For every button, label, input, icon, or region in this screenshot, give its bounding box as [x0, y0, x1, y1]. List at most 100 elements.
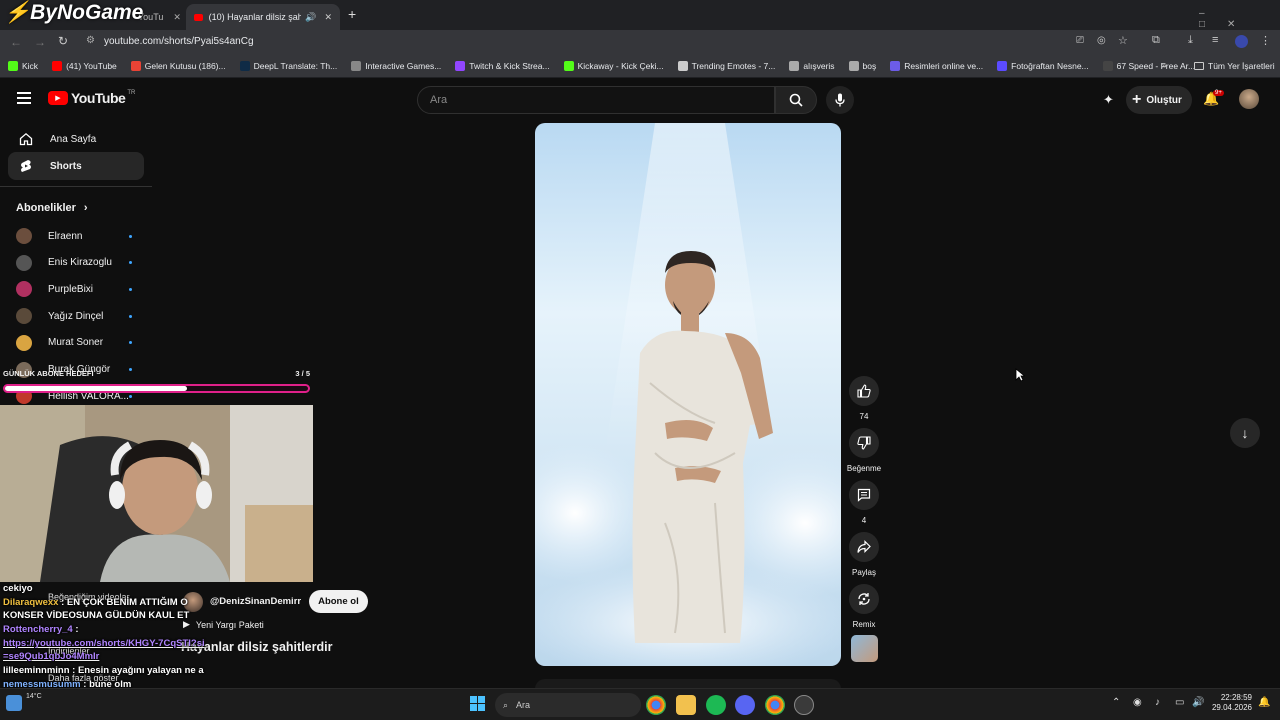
- bookmark-item[interactable]: Gelen Kutusu (186)...: [130, 60, 226, 71]
- menu-icon[interactable]: ⋮: [1260, 34, 1271, 47]
- sidebar-item-home[interactable]: Ana Sayfa: [8, 125, 144, 153]
- weather-widget[interactable]: 14°C: [6, 693, 42, 711]
- next-short-button[interactable]: ↓: [1230, 418, 1260, 448]
- search-input[interactable]: Ara: [417, 86, 775, 114]
- spotify-icon[interactable]: [706, 695, 726, 715]
- obs-icon[interactable]: [794, 695, 814, 715]
- remix-button[interactable]: Remix: [849, 584, 879, 629]
- bookmark-star-icon[interactable]: ☆: [1118, 34, 1128, 47]
- bookmark-item[interactable]: Resimleri online ve...: [890, 60, 983, 71]
- bookmark-item[interactable]: alışveris: [789, 60, 835, 71]
- subscription-item[interactable]: Murat Soner: [16, 334, 136, 351]
- url-field[interactable]: youtube.com/shorts/Pyai5s4anCg: [104, 36, 254, 47]
- chat-username: lilleeminnminn: [3, 665, 70, 677]
- cast-icon[interactable]: ⎚: [1076, 35, 1084, 46]
- taskbar-search[interactable]: ⌕ Ara: [495, 693, 641, 717]
- sidebar-item-shorts[interactable]: Shorts: [8, 152, 144, 180]
- bookmark-item[interactable]: (41) YouTube: [52, 60, 117, 71]
- account-avatar[interactable]: [1239, 89, 1259, 109]
- bookmark-label: Kick: [22, 60, 39, 71]
- search-button[interactable]: [775, 86, 817, 114]
- watermark-text: ByNoGame: [30, 1, 144, 24]
- bookmark-label: Trending Emotes - 7...: [691, 60, 776, 71]
- chat-username: Dilaraqwexx: [3, 597, 59, 609]
- new-content-dot: [129, 287, 132, 291]
- bookmark-item[interactable]: Twitch & Kick Strea...: [455, 60, 550, 71]
- new-tab-icon[interactable]: +: [348, 6, 356, 22]
- bookmark-item[interactable]: Kick: [8, 60, 39, 71]
- start-button-icon[interactable]: [470, 696, 485, 711]
- voice-search-button[interactable]: [826, 86, 854, 114]
- search-placeholder: Ara: [430, 94, 448, 106]
- bookmark-item[interactable]: 67 Speed - Free Ar...: [1102, 60, 1195, 71]
- subscription-item[interactable]: Enis Kirazoglu: [16, 254, 136, 271]
- network-icon[interactable]: ▭: [1175, 697, 1184, 708]
- bookmark-label: boş: [862, 60, 877, 71]
- remix-label: Remix: [852, 620, 876, 629]
- shorts-icon: [18, 158, 34, 174]
- youtube-logo[interactable]: ▶ YouTube TR: [48, 90, 135, 106]
- share-button[interactable]: Paylaş: [849, 532, 879, 577]
- create-button[interactable]: + Oluştur: [1126, 86, 1192, 114]
- file-explorer-icon[interactable]: [676, 695, 696, 715]
- tray-chevron-icon[interactable]: ⌃: [1112, 697, 1120, 708]
- bookmark-item[interactable]: Interactive Games...: [351, 60, 441, 71]
- minimize-icon[interactable]: –: [1199, 8, 1227, 19]
- volume-icon[interactable]: 🔊: [1192, 697, 1204, 708]
- chrome-alt-icon[interactable]: [765, 695, 785, 715]
- clock[interactable]: 22:28:59 29.04.2026: [1208, 693, 1252, 714]
- steam-icon[interactable]: ◉: [1133, 697, 1142, 708]
- shorts-video-player[interactable]: [535, 123, 841, 666]
- bookmark-item[interactable]: Fotoğraftan Nesne...: [997, 60, 1089, 71]
- chrome-icon[interactable]: [646, 695, 666, 715]
- clock-time: 22:28:59: [1220, 693, 1252, 702]
- like-button[interactable]: 74: [849, 376, 879, 421]
- share-label: Paylaş: [851, 568, 876, 577]
- download-icon[interactable]: ⤓: [1188, 34, 1193, 47]
- microphone-tray-icon[interactable]: ♪: [1155, 697, 1160, 708]
- site-info-icon[interactable]: ⚙: [86, 35, 95, 46]
- bookmark-item[interactable]: DeepL Translate: Th...: [239, 60, 338, 71]
- window-close-icon[interactable]: ✕: [1227, 19, 1257, 30]
- forward-icon[interactable]: →: [34, 35, 46, 49]
- reading-list-icon[interactable]: ≡: [1212, 34, 1218, 46]
- browser-tab-bar: YouTu ✕ (10) Hayanlar dilsiz şahitler 🔊 …: [0, 0, 1280, 30]
- discord-icon[interactable]: [735, 695, 755, 715]
- channel-avatar: [16, 308, 32, 325]
- channel-avatar: [16, 228, 32, 244]
- maximize-icon[interactable]: □: [1199, 19, 1227, 30]
- chat-message: Dilaraqwexx : EN ÇOK BENİM ATTIĞIM O KON…: [0, 597, 215, 622]
- youtube-wordmark: YouTube: [71, 90, 126, 106]
- region-code: TR: [127, 90, 136, 96]
- more-bookmarks-icon[interactable]: »: [1162, 60, 1167, 70]
- bookmark-item[interactable]: Trending Emotes - 7...: [677, 60, 776, 71]
- studio-icon[interactable]: ✦: [1103, 92, 1114, 108]
- new-content-dot: [129, 261, 132, 265]
- close-icon[interactable]: ✕: [324, 12, 332, 23]
- bookmark-label: DeepL Translate: Th...: [253, 60, 338, 71]
- hide-icon[interactable]: ◎: [1097, 35, 1106, 46]
- reload-icon[interactable]: ↻: [58, 34, 68, 48]
- all-bookmarks-button[interactable]: Tüm Yer İşaretleri: [1194, 61, 1275, 71]
- dislike-button[interactable]: Beğenme: [847, 428, 881, 473]
- bookmark-favicon-icon: [997, 60, 1008, 71]
- subscriptions-header[interactable]: Abonelikler ›: [16, 202, 88, 214]
- comments-button[interactable]: 4: [849, 480, 879, 525]
- close-icon[interactable]: ✕: [173, 12, 181, 23]
- bookmark-item[interactable]: Kickaway - Kick Çeki...: [563, 60, 664, 71]
- back-icon[interactable]: ←: [10, 35, 22, 49]
- speaker-icon[interactable]: 🔊: [305, 12, 316, 23]
- bookmarks-bar: Kick (41) YouTube Gelen Kutusu (186)... Dee…: [0, 54, 1280, 78]
- new-content-dot: [129, 314, 132, 318]
- profile-avatar[interactable]: [1235, 35, 1248, 48]
- sound-thumbnail[interactable]: [851, 635, 878, 662]
- notification-center-icon[interactable]: 🔔: [1258, 697, 1270, 708]
- extensions-icon[interactable]: ⧉: [1152, 34, 1160, 47]
- hamburger-menu-icon[interactable]: [17, 92, 31, 104]
- subscription-item[interactable]: Elraenn: [16, 228, 136, 244]
- subscription-item[interactable]: Yağız Dinçel: [16, 308, 136, 325]
- tab-shorts[interactable]: (10) Hayanlar dilsiz şahitler 🔊 ✕: [186, 4, 340, 30]
- youtube-play-icon: ▶: [48, 91, 68, 105]
- bookmark-item[interactable]: boş: [848, 60, 877, 71]
- subscription-item[interactable]: PurpleBixi: [16, 281, 136, 298]
